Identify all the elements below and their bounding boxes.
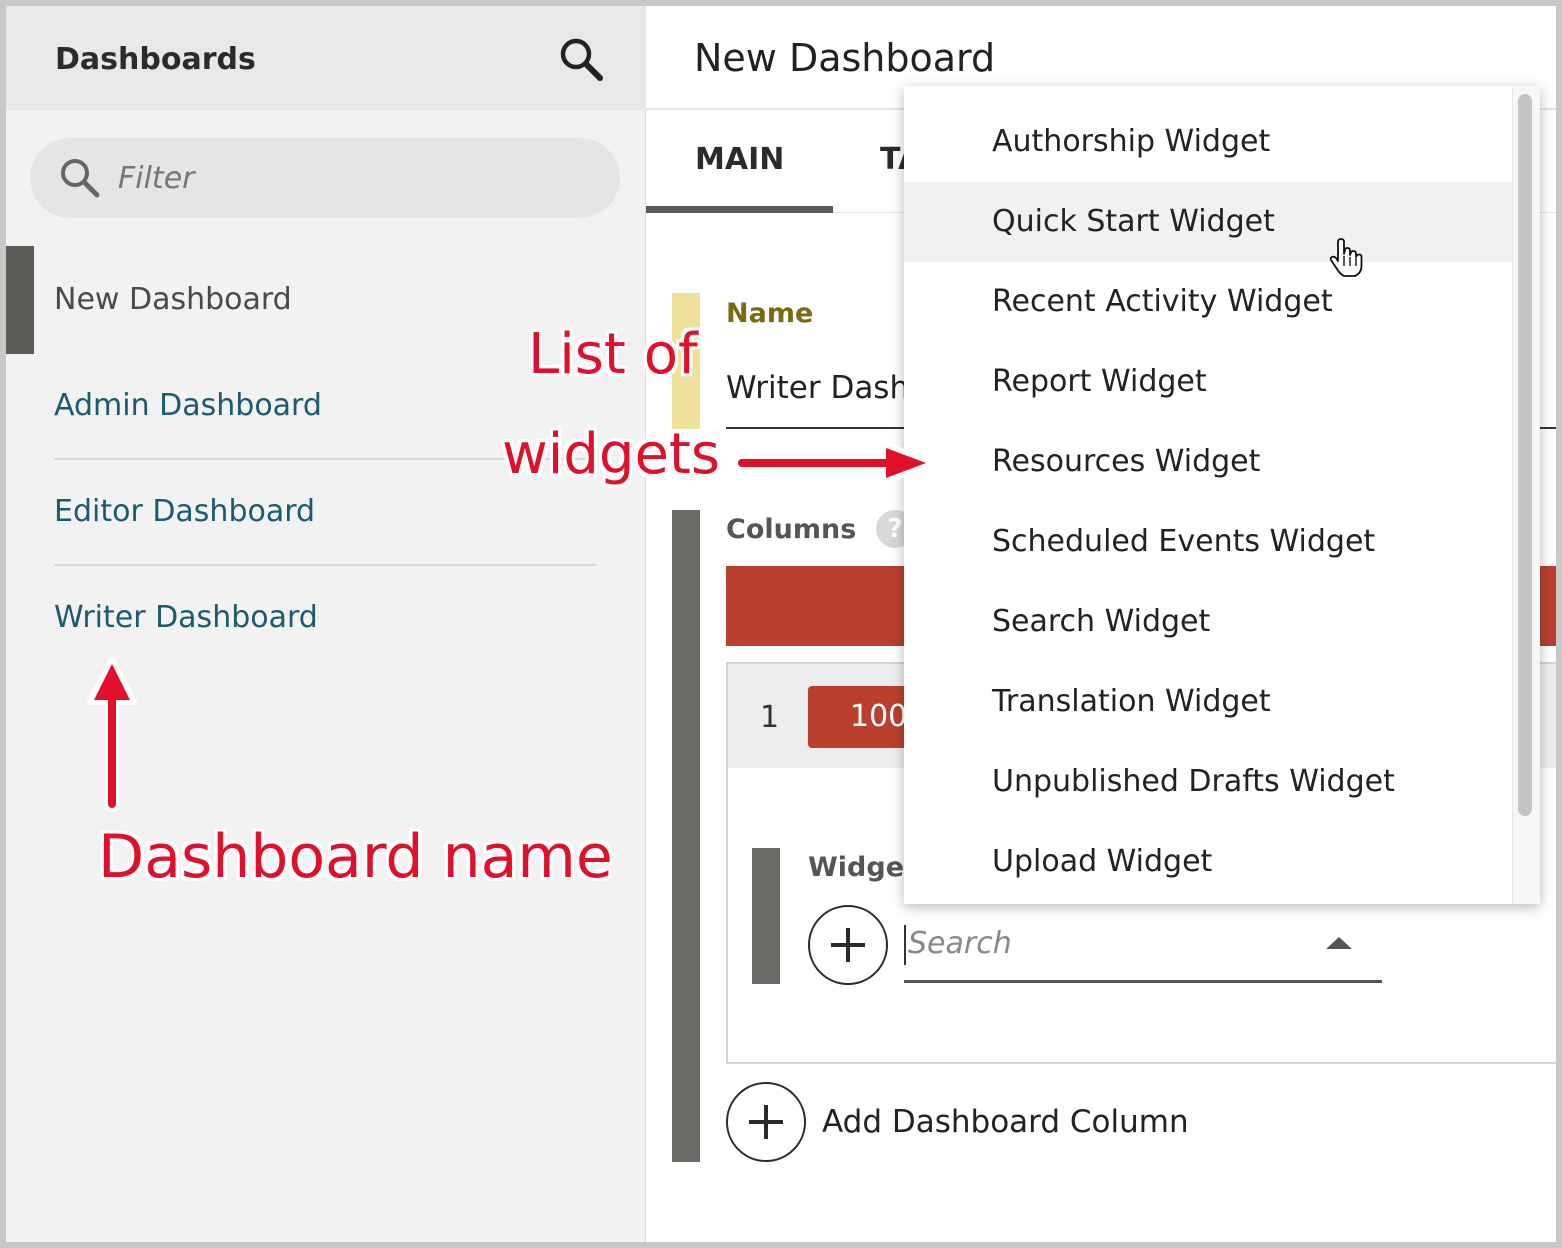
annotation-arrow-right [735, 441, 933, 485]
dashboards-sidebar: Dashboards New Dashboard Admin Dashboard… [6, 6, 646, 1242]
hand-cursor-icon [1328, 238, 1364, 278]
dropdown-option-scheduled-events-widget[interactable]: Scheduled Events Widget [904, 502, 1512, 582]
widget-search-field[interactable] [904, 905, 1382, 983]
tab-main[interactable]: MAIN [695, 142, 784, 177]
dropdown-option-quick-start-widget[interactable]: Quick Start Widget [904, 182, 1512, 262]
divider [54, 564, 596, 566]
scrollbar-thumb[interactable] [1518, 94, 1532, 816]
active-tab-indicator [646, 206, 833, 213]
sidebar-item-writer-dashboard[interactable]: Writer Dashboard [54, 600, 318, 635]
dropdown-option-resources-widget[interactable]: Resources Widget [904, 422, 1512, 502]
widget-search-input[interactable] [908, 905, 1308, 981]
widget-dropdown-list: Authorship Widget Quick Start Widget Rec… [904, 86, 1540, 904]
dropdown-option-unpublished-drafts-widget[interactable]: Unpublished Drafts Widget [904, 742, 1512, 822]
columns-section-bar [672, 510, 700, 1162]
dropdown-option-translation-widget[interactable]: Translation Widget [904, 662, 1512, 742]
name-label: Name [726, 298, 814, 329]
dropdown-option-recent-activity-widget[interactable]: Recent Activity Widget [904, 262, 1512, 342]
annotation-dashboard-name: Dashboard name [98, 822, 613, 892]
columns-label: Columns [726, 514, 857, 545]
annotation-list-of: List of [528, 322, 698, 387]
annotation-arrow-up [87, 657, 137, 811]
filter-box [30, 138, 620, 218]
widgets-label: Widgets [808, 852, 908, 883]
add-dashboard-column-button[interactable] [726, 1082, 806, 1162]
dropdown-option-upload-widget[interactable]: Upload Widget [904, 822, 1512, 902]
search-icon [58, 156, 102, 200]
sidebar-header: Dashboards [6, 6, 646, 110]
add-widget-button[interactable] [808, 905, 888, 985]
page-title: New Dashboard [694, 36, 996, 80]
chevron-up-icon[interactable] [1326, 937, 1352, 949]
dropdown-option-authorship-widget[interactable]: Authorship Widget [904, 102, 1512, 182]
column-number: 1 [760, 700, 780, 735]
sidebar-title: Dashboards [55, 42, 256, 77]
active-item-indicator [6, 246, 34, 354]
annotation-widgets: widgets [502, 422, 721, 487]
dropdown-option-report-widget[interactable]: Report Widget [904, 342, 1512, 422]
name-input[interactable]: Writer Dashboard [726, 370, 916, 406]
add-column-label[interactable]: Add Dashboard Column [822, 1104, 1189, 1140]
filter-input[interactable] [118, 138, 598, 218]
sidebar-item-admin-dashboard[interactable]: Admin Dashboard [54, 388, 322, 423]
widget-section-bar [752, 848, 780, 984]
sidebar-item-editor-dashboard[interactable]: Editor Dashboard [54, 494, 315, 529]
search-icon[interactable] [556, 34, 606, 84]
dropdown-option-search-widget[interactable]: Search Widget [904, 582, 1512, 662]
text-cursor [904, 925, 906, 965]
sidebar-item-new-dashboard[interactable]: New Dashboard [54, 282, 292, 317]
